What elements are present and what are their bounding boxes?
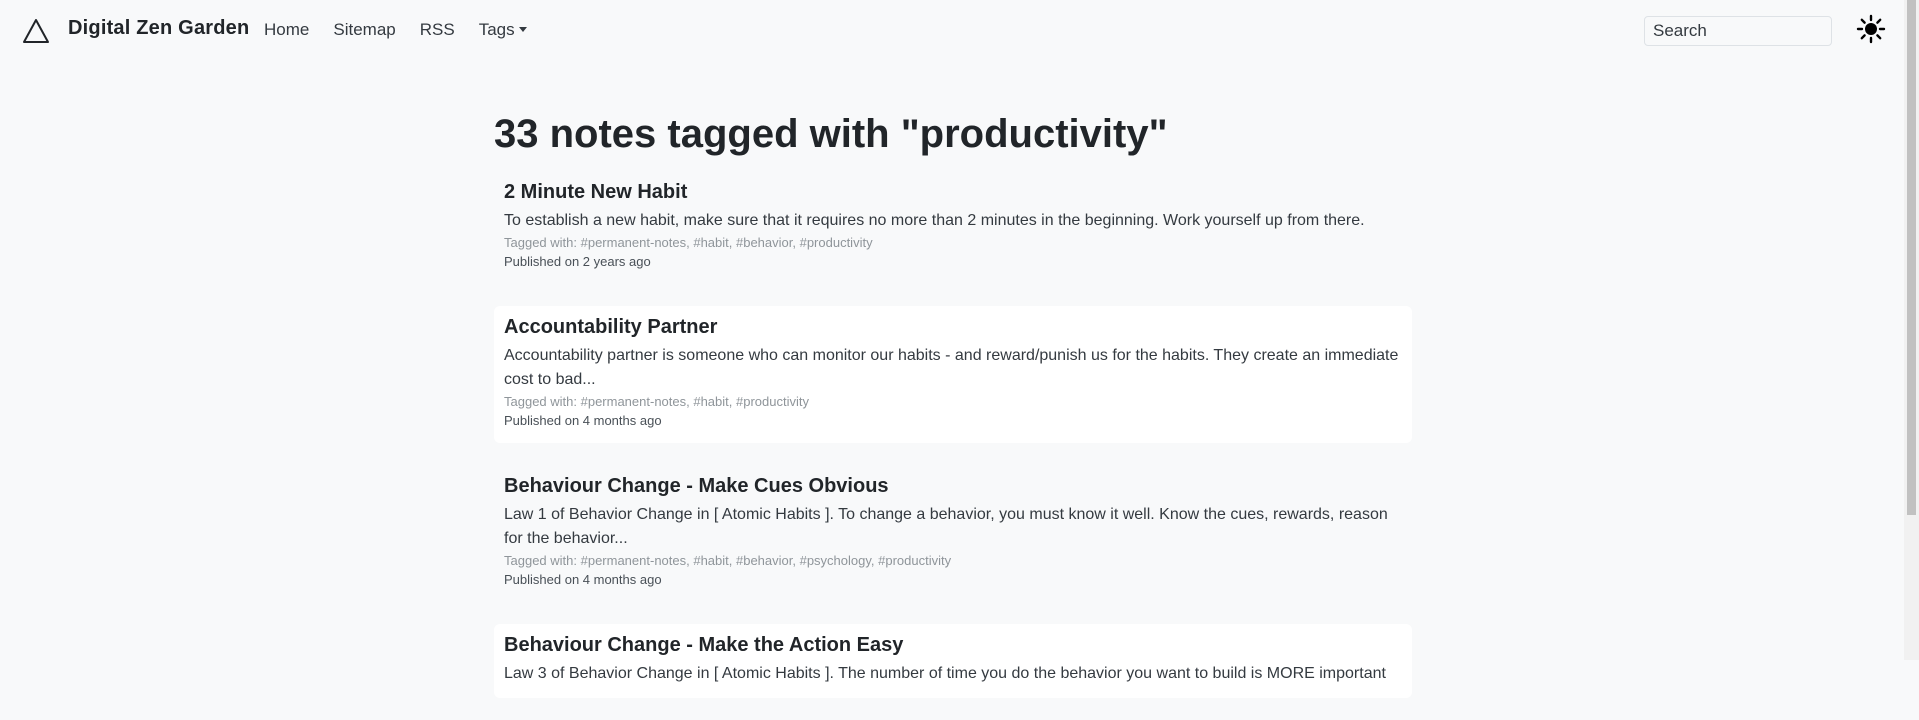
note-card[interactable]: Behaviour Change - Make the Action Easy … — [494, 624, 1412, 698]
note-published-date: Published on 4 months ago — [504, 572, 662, 587]
navbar: Digital Zen Garden Home Sitemap RSS Tags — [0, 0, 1904, 60]
site-name[interactable]: Digital Zen Garden — [68, 17, 249, 40]
note-card[interactable]: Accountability Partner Accountability pa… — [494, 306, 1412, 443]
page-title: 33 notes tagged with "productivity" — [494, 112, 1168, 156]
note-excerpt: Accountability partner is someone who ca… — [504, 347, 1399, 388]
nav-rss-link[interactable]: RSS — [420, 20, 455, 40]
note-published-date: Published on 2 years ago — [504, 254, 651, 269]
nav-tags-dropdown[interactable]: Tags — [479, 20, 527, 40]
caret-down-icon — [518, 27, 527, 32]
note-tags: Tagged with: #permanent-notes, #habit, #… — [504, 394, 809, 409]
nav-home-link[interactable]: Home — [264, 20, 309, 40]
note-title[interactable]: Behaviour Change - Make Cues Obvious — [504, 471, 1402, 501]
note-title[interactable]: 2 Minute New Habit — [504, 177, 1402, 207]
sun-icon[interactable] — [1856, 14, 1886, 44]
note-tags: Tagged with: #permanent-notes, #habit, #… — [504, 235, 873, 250]
note-published-date: Published on 4 months ago — [504, 413, 662, 428]
note-card[interactable]: Behaviour Change - Make Cues Obvious Law… — [494, 465, 1412, 602]
triangle-icon[interactable] — [22, 17, 50, 45]
note-title[interactable]: Accountability Partner — [504, 312, 1402, 342]
note-excerpt: Law 1 of Behavior Change in [ Atomic Hab… — [504, 506, 1388, 547]
note-card[interactable]: 2 Minute New Habit To establish a new ha… — [494, 171, 1412, 284]
page-scrollbar[interactable] — [1904, 0, 1919, 660]
search-input[interactable] — [1644, 16, 1832, 46]
note-excerpt: Law 3 of Behavior Change in [ Atomic Hab… — [504, 665, 1386, 682]
note-excerpt: To establish a new habit, make sure that… — [504, 212, 1365, 229]
note-tags: Tagged with: #permanent-notes, #habit, #… — [504, 553, 952, 568]
main-content: 33 notes tagged with "productivity" 2 Mi… — [494, 105, 1412, 720]
nav-links: Home Sitemap RSS Tags — [264, 20, 527, 40]
note-title[interactable]: Behaviour Change - Make the Action Easy — [504, 630, 1402, 660]
note-list: 2 Minute New Habit To establish a new ha… — [494, 171, 1412, 698]
scrollbar-thumb[interactable] — [1907, 0, 1916, 515]
nav-tags-label: Tags — [478, 20, 515, 39]
nav-sitemap-link[interactable]: Sitemap — [333, 20, 395, 40]
